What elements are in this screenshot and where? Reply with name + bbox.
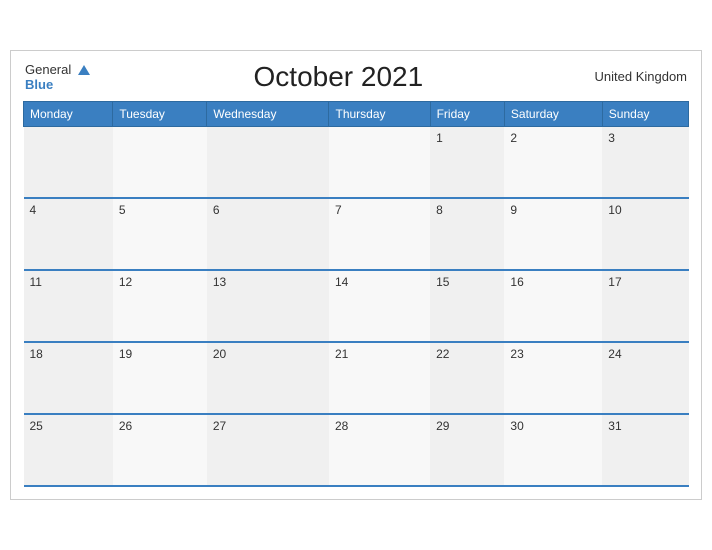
day-number: 8 (436, 203, 443, 217)
week-row-5: 25 26 27 28 29 30 31 (24, 414, 689, 486)
col-monday: Monday (24, 101, 113, 126)
day-cell: 2 (504, 126, 602, 198)
col-thursday: Thursday (329, 101, 430, 126)
day-cell: 25 (24, 414, 113, 486)
day-cell: 16 (504, 270, 602, 342)
day-cell: 23 (504, 342, 602, 414)
day-cell: 13 (207, 270, 329, 342)
day-number: 5 (119, 203, 126, 217)
day-cell: 26 (113, 414, 207, 486)
week-row-2: 4 5 6 7 8 9 10 (24, 198, 689, 270)
empty-cell (24, 126, 113, 198)
week-row-3: 11 12 13 14 15 16 17 (24, 270, 689, 342)
col-sunday: Sunday (602, 101, 688, 126)
empty-cell (113, 126, 207, 198)
day-number: 21 (335, 347, 348, 361)
day-cell: 28 (329, 414, 430, 486)
logo-blue-text: Blue (25, 78, 90, 92)
calendar-header: General Blue October 2021 United Kingdom (23, 61, 689, 93)
day-cell: 1 (430, 126, 504, 198)
calendar-title: October 2021 (90, 61, 587, 93)
col-friday: Friday (430, 101, 504, 126)
day-number: 18 (30, 347, 43, 361)
day-cell: 22 (430, 342, 504, 414)
col-tuesday: Tuesday (113, 101, 207, 126)
day-cell: 12 (113, 270, 207, 342)
day-cell: 19 (113, 342, 207, 414)
day-number: 17 (608, 275, 621, 289)
day-number: 19 (119, 347, 132, 361)
day-number: 30 (510, 419, 523, 433)
day-cell: 20 (207, 342, 329, 414)
day-number: 6 (213, 203, 220, 217)
day-cell: 7 (329, 198, 430, 270)
week-row-4: 18 19 20 21 22 23 24 (24, 342, 689, 414)
day-number: 10 (608, 203, 621, 217)
day-number: 11 (30, 275, 42, 289)
day-number: 12 (119, 275, 132, 289)
day-number: 16 (510, 275, 523, 289)
calendar-container: General Blue October 2021 United Kingdom… (10, 50, 702, 501)
logo: General Blue (25, 61, 90, 93)
day-number: 7 (335, 203, 342, 217)
day-number: 14 (335, 275, 348, 289)
day-number: 29 (436, 419, 449, 433)
col-saturday: Saturday (504, 101, 602, 126)
day-number: 3 (608, 131, 615, 145)
day-cell: 8 (430, 198, 504, 270)
day-cell: 31 (602, 414, 688, 486)
day-number: 24 (608, 347, 621, 361)
day-cell: 30 (504, 414, 602, 486)
calendar-region: United Kingdom (587, 69, 687, 84)
week-row-1: 1 2 3 (24, 126, 689, 198)
day-number: 2 (510, 131, 517, 145)
logo-general-text: General (25, 62, 71, 77)
day-cell: 4 (24, 198, 113, 270)
day-number: 1 (436, 131, 443, 145)
day-number: 31 (608, 419, 621, 433)
day-cell: 6 (207, 198, 329, 270)
day-number: 9 (510, 203, 517, 217)
day-number: 13 (213, 275, 226, 289)
day-number: 4 (30, 203, 37, 217)
day-cell: 17 (602, 270, 688, 342)
logo-line1: General (25, 61, 90, 79)
day-cell: 11 (24, 270, 113, 342)
day-number: 25 (30, 419, 43, 433)
day-cell: 18 (24, 342, 113, 414)
day-cell: 27 (207, 414, 329, 486)
col-wednesday: Wednesday (207, 101, 329, 126)
logo-triangle-icon (78, 65, 90, 75)
day-cell: 3 (602, 126, 688, 198)
day-header-row: Monday Tuesday Wednesday Thursday Friday… (24, 101, 689, 126)
day-cell: 29 (430, 414, 504, 486)
day-number: 20 (213, 347, 226, 361)
day-number: 27 (213, 419, 226, 433)
empty-cell (329, 126, 430, 198)
calendar-grid: Monday Tuesday Wednesday Thursday Friday… (23, 101, 689, 488)
day-cell: 15 (430, 270, 504, 342)
day-number: 23 (510, 347, 523, 361)
empty-cell (207, 126, 329, 198)
day-number: 28 (335, 419, 348, 433)
day-cell: 14 (329, 270, 430, 342)
day-cell: 24 (602, 342, 688, 414)
day-number: 15 (436, 275, 449, 289)
day-cell: 10 (602, 198, 688, 270)
day-cell: 9 (504, 198, 602, 270)
day-number: 26 (119, 419, 132, 433)
day-cell: 5 (113, 198, 207, 270)
day-number: 22 (436, 347, 449, 361)
day-cell: 21 (329, 342, 430, 414)
